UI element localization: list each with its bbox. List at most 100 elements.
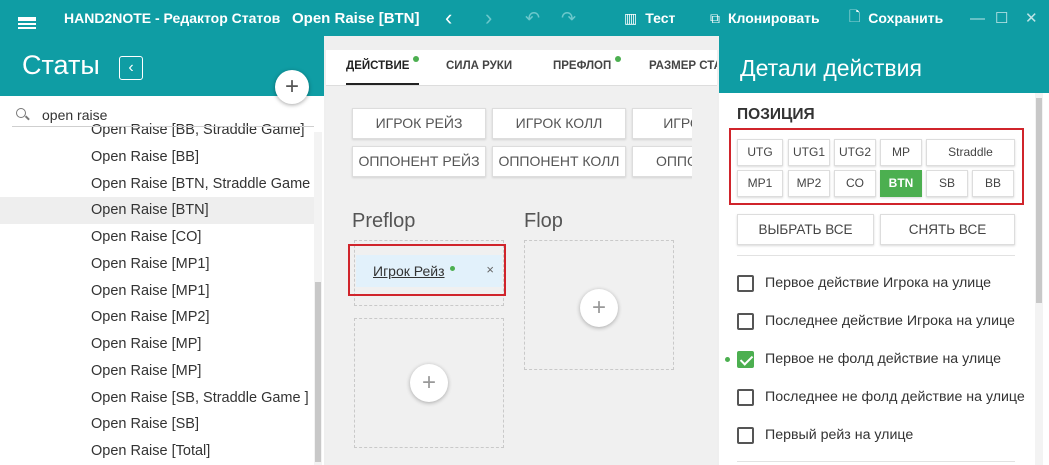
stat-list-item[interactable]: Open Raise [MP1] bbox=[0, 278, 314, 305]
stat-list-item[interactable]: Open Raise [MP] bbox=[0, 358, 314, 385]
clone-label: Клонировать bbox=[728, 10, 820, 26]
checkbox-label: Последнее действие Игрока на улице bbox=[765, 313, 1015, 329]
position-mp1-button[interactable]: MP1 bbox=[737, 170, 783, 197]
flop-label: Flop bbox=[524, 210, 563, 232]
player-third-button[interactable]: ИГРО bbox=[632, 108, 692, 139]
player-call-button[interactable]: ИГРОК КОЛЛ bbox=[492, 108, 626, 139]
checkbox-label: Первое действие Игрока на улице bbox=[765, 275, 992, 291]
clear-all-button[interactable]: СНЯТЬ ВСЕ bbox=[880, 214, 1015, 245]
tab-label: СИЛА РУКИ bbox=[446, 60, 513, 72]
tab-scroll-area bbox=[692, 86, 717, 465]
chip-label[interactable]: Игрок Рейз bbox=[373, 263, 445, 279]
stat-list-item[interactable]: Open Raise [Total] bbox=[0, 438, 314, 465]
option-row[interactable]: Первое действие Игрока на улице bbox=[737, 271, 991, 295]
undo-icon[interactable]: ↶ bbox=[525, 0, 540, 36]
checkbox[interactable] bbox=[737, 388, 754, 406]
checkbox-label: Первый рейз на улице bbox=[765, 427, 914, 443]
stat-list-item[interactable]: Open Raise [BTN] bbox=[0, 197, 314, 224]
scrollbar-thumb[interactable] bbox=[1036, 98, 1042, 303]
position-straddle-button[interactable]: Straddle bbox=[926, 139, 1015, 166]
action-details-panel: Детали действия ПОЗИЦИЯ UTG UTG1 UTG2 MP Str… bbox=[719, 36, 1049, 465]
checkbox-label: Первое не фолд действие на улице bbox=[765, 351, 1001, 367]
tab-label: РАЗМЕР СТАВ bbox=[649, 60, 717, 72]
position-utg-button[interactable]: UTG bbox=[737, 139, 783, 166]
position-mp2-button[interactable]: MP2 bbox=[788, 170, 830, 197]
clone-button[interactable]: ⧉ Клонировать bbox=[710, 0, 820, 36]
checkbox[interactable] bbox=[737, 274, 754, 292]
chip-status-dot bbox=[449, 265, 455, 271]
stat-list-item[interactable]: Open Raise [CO] bbox=[0, 224, 314, 251]
details-header: Детали действия bbox=[719, 36, 1049, 93]
stats-panel: Open Raise [BB, Straddle Game] Open Raise… bbox=[0, 36, 324, 465]
minimize-icon[interactable]: — bbox=[970, 0, 985, 36]
editor-tabs: ДЕЙСТВИЕ СИЛА РУКИ ПРЕФЛОП РАЗМЕР СТАВ bbox=[326, 50, 717, 86]
app-title: HAND2NOTE - Редактор Статов bbox=[64, 10, 281, 26]
stat-list-scrollbar[interactable] bbox=[314, 132, 322, 465]
collapse-button[interactable]: ‹ bbox=[119, 56, 143, 80]
search-input[interactable] bbox=[42, 106, 302, 123]
opponent-call-button[interactable]: ОППОНЕНТ КОЛЛ bbox=[492, 146, 626, 177]
tab-1[interactable]: ДЕЙСТВИЕ bbox=[346, 50, 420, 85]
position-utg2-button[interactable]: UTG2 bbox=[834, 139, 876, 166]
close-icon[interactable]: ✕ bbox=[1025, 0, 1038, 36]
preflop-add-icon[interactable]: + bbox=[410, 364, 448, 402]
chip-close-icon[interactable]: × bbox=[486, 262, 494, 277]
stat-list-item[interactable]: Open Raise [SB] bbox=[0, 411, 314, 438]
details-scrollbar[interactable] bbox=[1035, 93, 1043, 465]
tab-status-dot bbox=[413, 56, 420, 62]
opponent-raise-button[interactable]: ОППОНЕНТ РЕЙЗ bbox=[352, 146, 486, 177]
stat-list-item[interactable]: Open Raise [MP] bbox=[0, 331, 314, 358]
position-utg1-button[interactable]: UTG1 bbox=[788, 139, 830, 166]
stat-list-item[interactable]: Open Raise [BTN, Straddle Game ] bbox=[0, 171, 314, 198]
checkbox-label: Последнее не фолд действие на улице bbox=[765, 389, 1025, 405]
flop-add-icon[interactable]: + bbox=[580, 289, 618, 327]
player-raise-button[interactable]: ИГРОК РЕЙЗ bbox=[352, 108, 486, 139]
test-button[interactable]: ▥ Тест bbox=[624, 0, 675, 36]
tab-label: ДЕЙСТВИЕ bbox=[346, 60, 410, 72]
changed-marker bbox=[725, 357, 730, 362]
tab-2[interactable]: СИЛА РУКИ bbox=[446, 50, 513, 85]
back-icon[interactable]: ‹ bbox=[445, 0, 452, 36]
option-row[interactable]: Первое не фолд действие на улице bbox=[737, 347, 1001, 371]
checkbox[interactable] bbox=[737, 350, 754, 368]
menu-icon[interactable] bbox=[18, 0, 38, 36]
preflop-action-chip[interactable]: Игрок Рейз × bbox=[356, 255, 502, 287]
title-bar: HAND2NOTE - Редактор Статов Open Raise [… bbox=[0, 0, 1049, 36]
test-icon: ▥ bbox=[624, 9, 638, 26]
save-button[interactable]: 🗋 Сохранить bbox=[849, 0, 943, 36]
stats-title: Статы bbox=[22, 50, 100, 80]
option-row[interactable]: Последнее действие Игрока на улице bbox=[737, 309, 1015, 333]
tab-4[interactable]: РАЗМЕР СТАВ bbox=[649, 50, 717, 85]
opponent-third-button[interactable]: ОППОН bbox=[632, 146, 692, 177]
maximize-icon[interactable]: ☐ bbox=[995, 0, 1008, 36]
tab-status-dot bbox=[615, 56, 622, 62]
stat-list-item[interactable]: Open Raise [SB, Straddle Game ] bbox=[0, 385, 314, 412]
option-row[interactable]: Последнее не фолд действие на улице bbox=[737, 385, 1025, 409]
forward-icon[interactable]: › bbox=[485, 0, 492, 36]
save-icon: 🗋 bbox=[849, 8, 861, 24]
position-co-button[interactable]: CO bbox=[834, 170, 876, 197]
position-bb-button[interactable]: BB bbox=[972, 170, 1014, 197]
option-row[interactable]: Первый рейз на улице bbox=[737, 423, 913, 447]
tab-3[interactable]: ПРЕФЛОП bbox=[553, 50, 622, 85]
divider bbox=[737, 461, 1015, 462]
add-stat-button[interactable]: + bbox=[275, 70, 309, 104]
redo-icon[interactable]: ↷ bbox=[561, 0, 576, 36]
position-sb-button[interactable]: SB bbox=[926, 170, 968, 197]
test-label: Тест bbox=[645, 10, 676, 26]
details-title: Детали действия bbox=[740, 55, 922, 81]
position-btn-button[interactable]: BTN bbox=[880, 170, 922, 197]
save-label: Сохранить bbox=[868, 10, 944, 26]
editor-canvas: ИГРОК РЕЙЗ ИГРОК КОЛЛ ИГРО ОППОНЕНТ РЕЙЗ… bbox=[326, 86, 692, 465]
stat-list-item[interactable]: Open Raise [MP1] bbox=[0, 251, 314, 278]
checkbox[interactable] bbox=[737, 426, 754, 444]
scrollbar-thumb[interactable] bbox=[315, 282, 321, 462]
divider bbox=[737, 255, 1015, 256]
condition-editor: ДЕЙСТВИЕ СИЛА РУКИ ПРЕФЛОП РАЗМЕР СТАВ ИГРО… bbox=[326, 50, 717, 465]
checkbox[interactable] bbox=[737, 312, 754, 330]
select-all-button[interactable]: ВЫБРАТЬ ВСЕ bbox=[737, 214, 874, 245]
position-mp-button[interactable]: MP bbox=[880, 139, 922, 166]
stat-list-item[interactable]: Open Raise [MP2] bbox=[0, 304, 314, 331]
stat-list: Open Raise [BB, Straddle Game] Open Raise… bbox=[0, 117, 314, 465]
stat-list-item[interactable]: Open Raise [BB] bbox=[0, 144, 314, 171]
